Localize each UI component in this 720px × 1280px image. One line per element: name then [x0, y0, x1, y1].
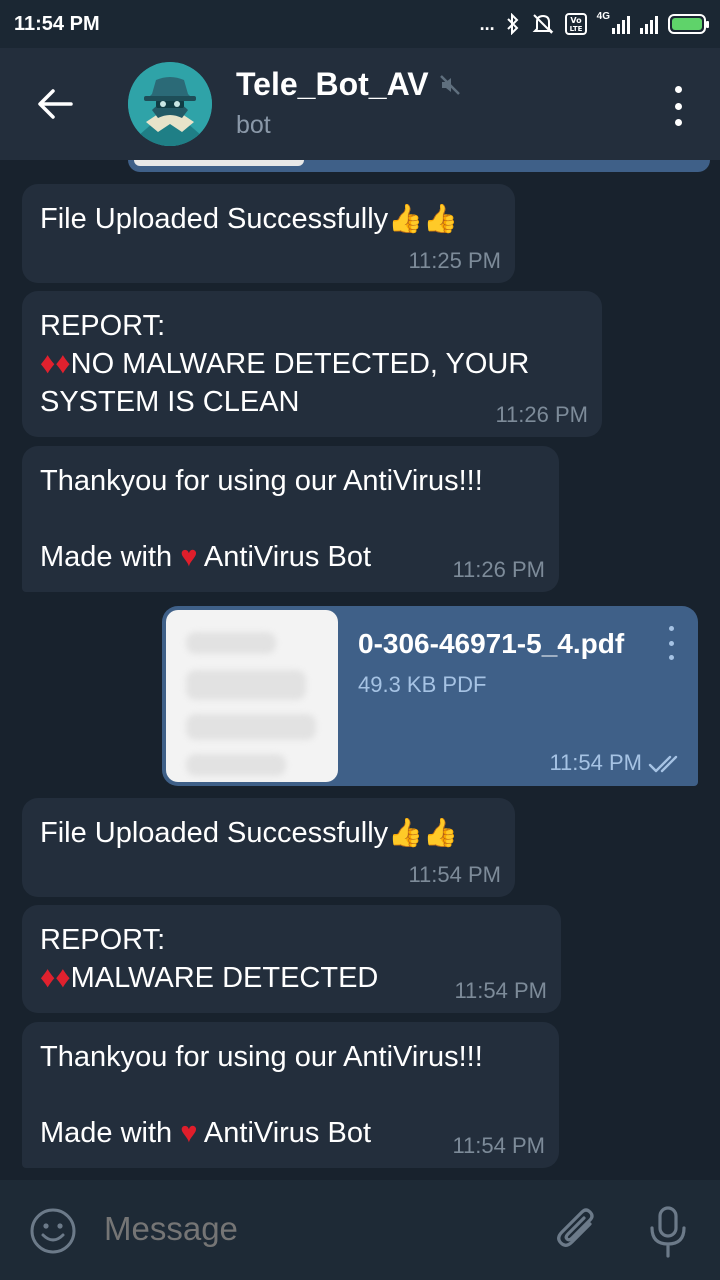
previous-file-thumbnail — [134, 160, 304, 166]
message-time: 11:54 PM — [454, 978, 547, 1003]
muted-icon — [439, 74, 460, 95]
incoming-message[interactable]: File Uploaded Successfully👍👍 11:25 PM — [22, 184, 515, 283]
chat-header: Tele_Bot_AV bot — [0, 48, 720, 160]
file-options-button[interactable] — [666, 626, 676, 660]
report-result-line2: SYSTEM IS CLEAN — [40, 386, 300, 418]
message-composer — [0, 1180, 720, 1280]
made-with-text: Made with — [40, 1117, 181, 1149]
file-name: 0-306-46971-5_4.pdf — [358, 628, 625, 659]
thumbs-up-emoji: 👍👍 — [388, 817, 458, 848]
paperclip-icon — [557, 1208, 594, 1247]
menu-dot-icon — [674, 119, 682, 126]
thanks-text: Thankyou for using our AntiVirus!!! — [40, 465, 483, 497]
svg-text:Vo: Vo — [570, 16, 582, 25]
emoji-button[interactable] — [28, 1206, 78, 1256]
file-size: 49.3 KB PDF — [358, 672, 487, 697]
report-label: REPORT: — [40, 310, 166, 342]
message-text: File Uploaded Successfully — [40, 203, 389, 235]
status-time: 11:54 PM — [14, 12, 100, 35]
more-options-button[interactable] — [666, 86, 690, 126]
message-time: 11:26 PM — [495, 402, 588, 427]
diamond-emoji: ♦♦ — [40, 347, 71, 380]
bot-name-text: AntiVirus Bot — [197, 541, 372, 573]
report-result-line1: NO MALWARE DETECTED, YOUR — [70, 348, 530, 380]
previous-file-message[interactable] — [128, 160, 710, 172]
volte-icon: Vo LTE — [564, 13, 587, 35]
bluetooth-icon — [505, 13, 521, 35]
voice-message-button[interactable] — [646, 1204, 690, 1260]
incoming-message[interactable]: REPORT: ♦♦MALWARE DETECTED 11:54 PM — [22, 905, 561, 1013]
status-bar: 11:54 PM ... Vo LTE 4G — [0, 0, 720, 48]
report-label: REPORT: — [40, 924, 166, 956]
menu-dot-icon — [674, 86, 682, 93]
battery-icon — [668, 14, 709, 34]
message-time: 11:25 PM — [408, 248, 501, 273]
message-time: 11:54 PM — [408, 862, 501, 887]
chat-title-block[interactable]: Tele_Bot_AV bot — [236, 66, 461, 140]
file-thumbnail[interactable] — [166, 610, 338, 782]
silent-mode-icon — [531, 13, 555, 35]
incoming-message[interactable]: Thankyou for using our AntiVirus!!! Made … — [22, 446, 559, 592]
signal-icon — [640, 14, 658, 34]
incoming-message[interactable]: File Uploaded Successfully👍👍 11:54 PM — [22, 798, 515, 897]
bot-name-text: AntiVirus Bot — [197, 1117, 372, 1149]
thumbs-up-emoji: 👍👍 — [388, 203, 458, 234]
heart-emoji: ♥ — [180, 541, 198, 573]
message-time: 11:54 PM — [549, 750, 642, 775]
outgoing-file-message[interactable]: 0-306-46971-5_4.pdf 49.3 KB PDF 11:54 PM — [162, 606, 698, 786]
message-input[interactable] — [104, 1210, 524, 1248]
message-text: File Uploaded Successfully — [40, 817, 389, 849]
network-type-label: 4G — [596, 10, 610, 22]
chat-title: Tele_Bot_AV — [236, 66, 429, 102]
more-notifications-icon: ... — [479, 13, 495, 34]
message-time: 11:26 PM — [452, 557, 545, 582]
chat-subtitle: bot — [236, 111, 271, 139]
double-check-icon — [648, 755, 678, 773]
incoming-message[interactable]: REPORT: ♦♦NO MALWARE DETECTED, YOUR SYSTEM… — [22, 291, 602, 437]
menu-dot-icon — [674, 102, 682, 110]
status-icons: ... Vo LTE 4G — [479, 10, 709, 35]
report-result-line1: MALWARE DETECTED — [70, 962, 379, 994]
smiley-icon — [30, 1208, 76, 1254]
message-time: 11:54 PM — [452, 1133, 545, 1158]
svg-text:LTE: LTE — [569, 25, 582, 33]
bot-avatar[interactable] — [128, 62, 212, 146]
back-arrow-icon — [38, 89, 73, 119]
heart-emoji: ♥ — [180, 1117, 198, 1149]
attach-button[interactable] — [552, 1204, 604, 1256]
incoming-message[interactable]: Thankyou for using our AntiVirus!!! Made … — [22, 1022, 559, 1168]
made-with-text: Made with — [40, 541, 181, 573]
message-list[interactable]: File Uploaded Successfully👍👍 11:25 PM RE… — [0, 160, 720, 1180]
back-button[interactable] — [0, 48, 110, 160]
diamond-emoji: ♦♦ — [40, 961, 71, 994]
signal-4g-icon: 4G — [596, 10, 630, 34]
thanks-text: Thankyou for using our AntiVirus!!! — [40, 1041, 483, 1073]
microphone-icon — [650, 1206, 686, 1258]
